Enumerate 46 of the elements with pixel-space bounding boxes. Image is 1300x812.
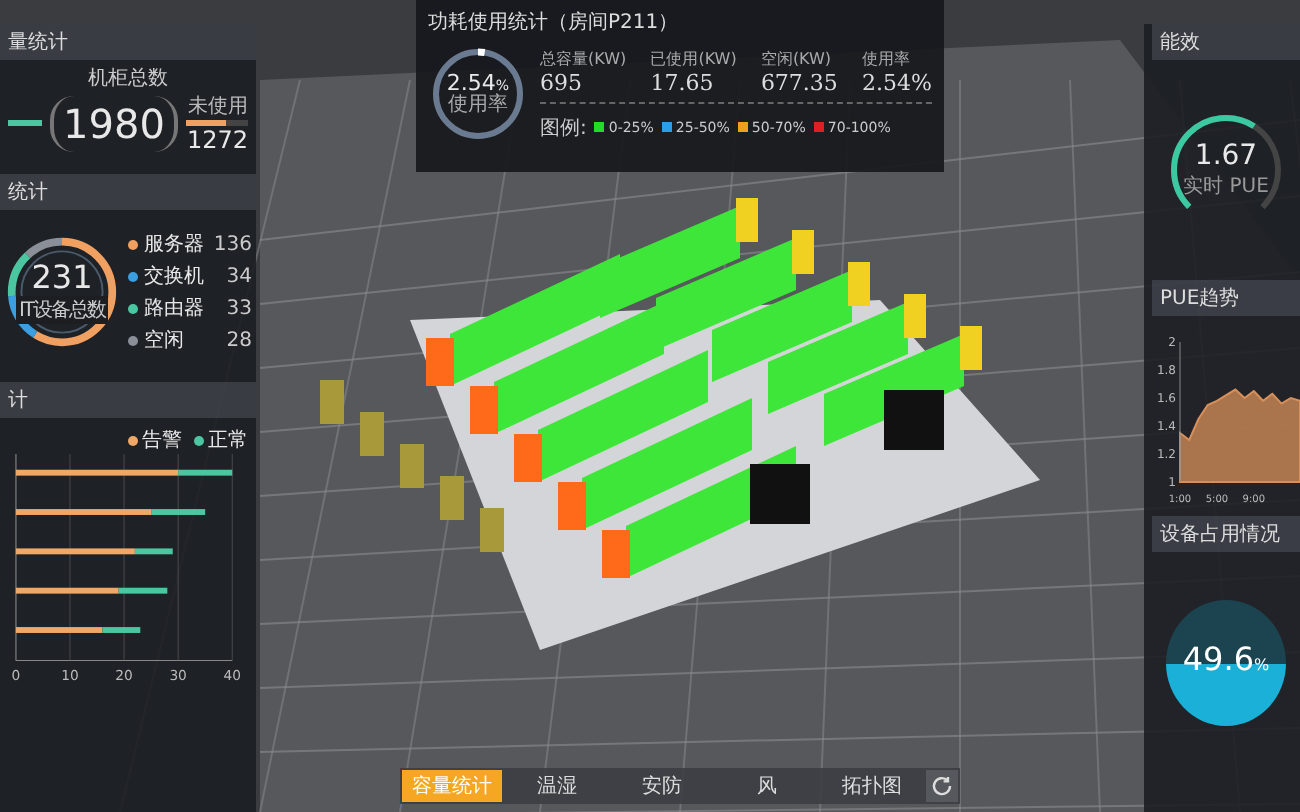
legend-value: 28 bbox=[226, 329, 252, 351]
legend-value: 34 bbox=[226, 265, 252, 287]
stat-label: 总容量(KW) bbox=[540, 47, 627, 69]
nav-tab[interactable]: 安防 bbox=[611, 770, 713, 802]
bar bbox=[8, 120, 42, 126]
label: 使用率 bbox=[448, 96, 508, 116]
stat-value: 677.35 bbox=[760, 69, 838, 95]
panel-title: 功耗使用统计（房间P211） bbox=[428, 9, 681, 36]
panel-title: 能效 bbox=[1152, 24, 1300, 60]
area-series bbox=[1179, 388, 1300, 483]
nav-tab[interactable]: 拓扑图 bbox=[821, 770, 923, 802]
refresh-button[interactable] bbox=[926, 770, 959, 802]
legend-value: 33 bbox=[226, 297, 252, 319]
panel-title: PUE趋势 bbox=[1152, 280, 1300, 316]
nav-tab[interactable]: 温湿 bbox=[506, 770, 608, 802]
legend-label: 正常 bbox=[208, 427, 248, 454]
chart-axis bbox=[1179, 341, 1181, 483]
legend-label: 告警 bbox=[142, 427, 182, 454]
refresh-icon bbox=[930, 774, 955, 798]
legend-dot bbox=[128, 435, 138, 445]
legend-title: 图例: bbox=[540, 115, 587, 141]
label: 未使用 bbox=[188, 93, 248, 120]
legend-label: 空闲 bbox=[144, 327, 186, 354]
stat-value: 2.54% bbox=[862, 69, 932, 95]
stat-label: 已使用(KW) bbox=[650, 47, 737, 69]
legend-label: 交换机 bbox=[144, 263, 206, 290]
label: 机柜总数 bbox=[88, 65, 168, 92]
legend-label: 路由器 bbox=[144, 295, 206, 322]
panel-title: 设备占用情况 bbox=[1152, 516, 1300, 552]
legend-label: 服务器 bbox=[144, 232, 206, 258]
nav-tab[interactable]: 风 bbox=[716, 770, 818, 802]
count: 1272 bbox=[186, 126, 248, 154]
panel-title: 统计 bbox=[0, 174, 256, 210]
panel-title: 量统计 bbox=[0, 24, 256, 60]
total-count: 231 bbox=[31, 258, 93, 296]
stat-label: 使用率 bbox=[862, 47, 913, 69]
total-count: 1980 bbox=[49, 95, 179, 151]
panel-title: 计 bbox=[0, 382, 256, 418]
legend-dot bbox=[194, 435, 204, 445]
stat-label: 空闲(KW) bbox=[760, 47, 834, 69]
legend-value: 136 bbox=[213, 233, 252, 255]
label: 实时 PUE bbox=[1183, 173, 1269, 200]
label: IT设备总数 bbox=[16, 296, 108, 324]
stat-value: 17.65 bbox=[650, 69, 716, 95]
gauge-value: 1.67 bbox=[1194, 140, 1258, 172]
stat-value: 695 bbox=[540, 69, 584, 95]
